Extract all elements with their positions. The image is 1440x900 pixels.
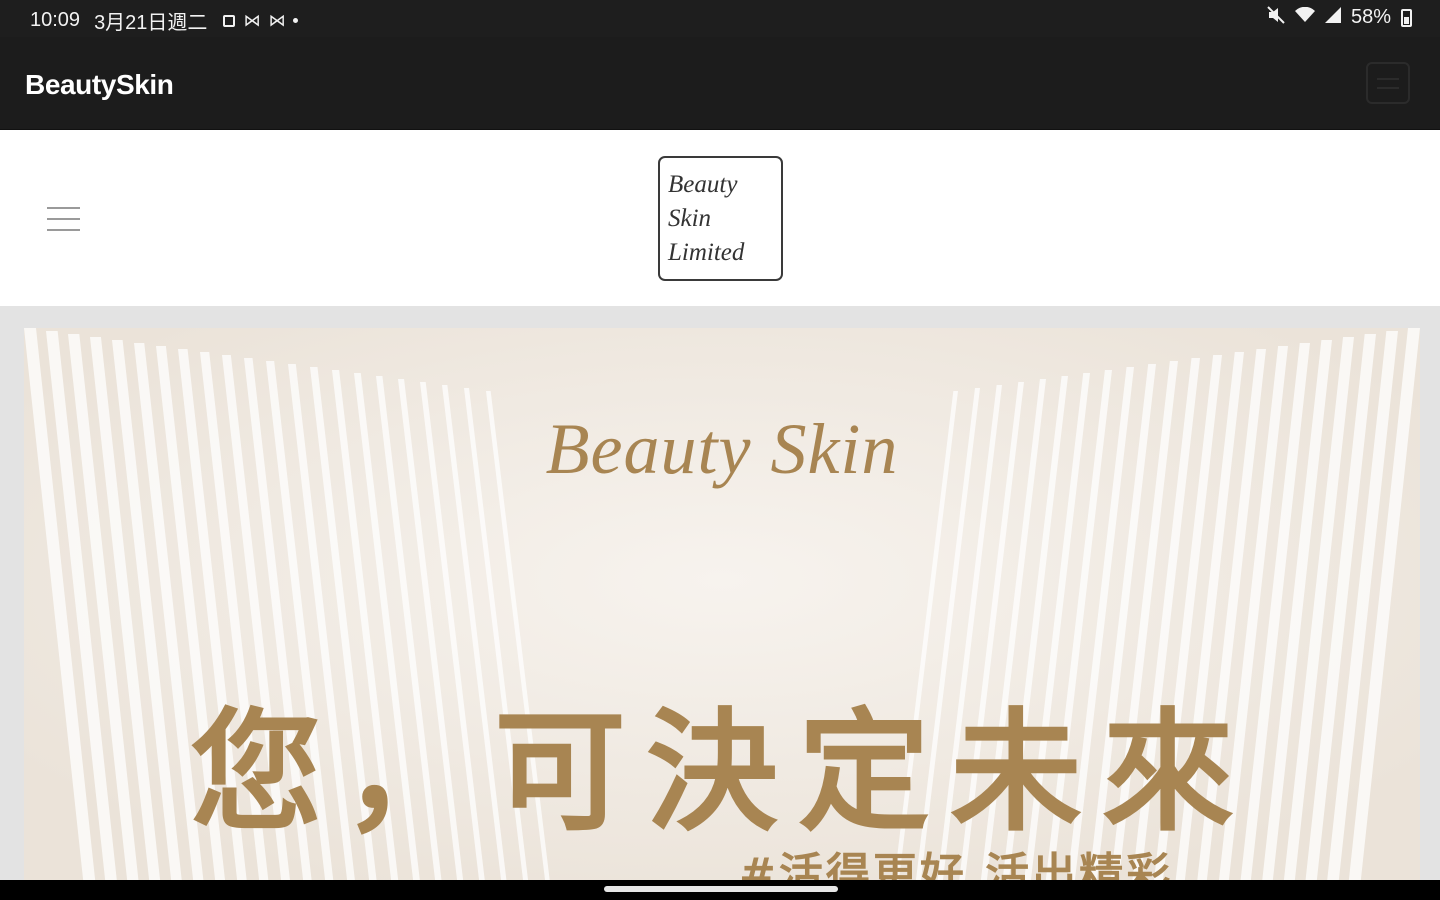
site-logo[interactable]: Beauty Skin Limited xyxy=(658,156,783,281)
mail-icon: ⋈ xyxy=(243,10,261,30)
logo-line: Beauty xyxy=(668,171,738,198)
battery-icon xyxy=(1401,8,1412,27)
status-date: 3月21日週二 xyxy=(94,12,208,34)
status-time: 10:09 xyxy=(30,9,81,31)
wifi-icon xyxy=(1294,6,1315,28)
status-right: 58% xyxy=(1267,6,1412,29)
logo-line: Limited xyxy=(668,239,745,266)
app-menu-icon[interactable] xyxy=(1366,62,1410,104)
status-bar: 10:09 3月21日週二 ⋈ ⋈ 58% xyxy=(0,0,1440,37)
navigation-bar xyxy=(0,880,1440,900)
banner-title: Beauty Skin xyxy=(545,409,899,489)
notification-icons: ⋈ ⋈ xyxy=(223,10,299,31)
battery-percent: 58% xyxy=(1350,6,1391,28)
status-left: 10:09 3月21日週二 ⋈ ⋈ xyxy=(30,6,299,35)
media-square-icon xyxy=(223,14,236,27)
dot-icon xyxy=(293,18,299,23)
site-header: Beauty Skin Limited xyxy=(0,130,1440,306)
banner-slogan: 您，可決定未來 xyxy=(190,695,1254,850)
logo-line: Skin xyxy=(668,205,712,232)
mail-icon: ⋈ xyxy=(268,10,286,30)
mute-icon xyxy=(1267,6,1285,29)
app-title: BeautySkin xyxy=(25,69,174,100)
signal-icon xyxy=(1324,7,1341,28)
app-bar: BeautySkin xyxy=(0,37,1440,130)
home-handle[interactable] xyxy=(604,886,838,892)
hero-banner: Beauty Skin 您，可決定未來 #活得更好 活出精彩 xyxy=(24,328,1420,888)
hamburger-menu-icon[interactable] xyxy=(47,207,80,233)
